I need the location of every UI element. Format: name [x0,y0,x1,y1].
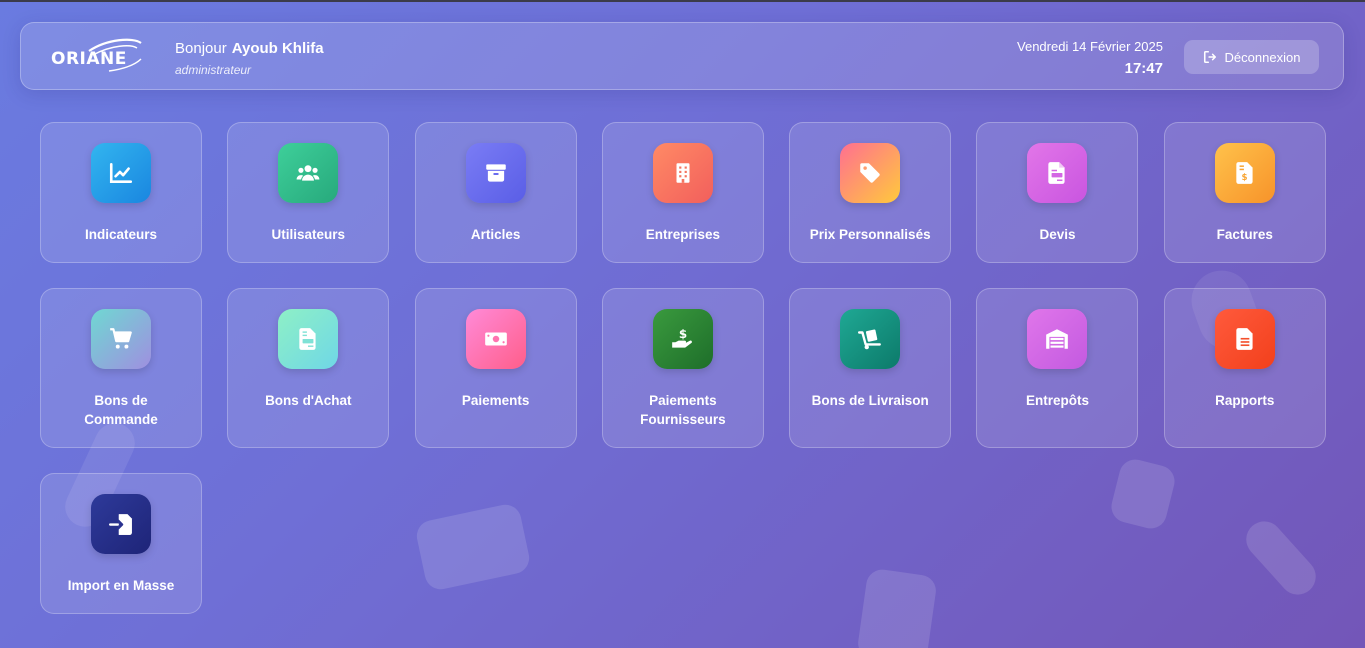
warehouse-icon [1046,329,1069,349]
logout-label: Déconnexion [1224,49,1301,65]
module-card-utilisateurs[interactable]: Utilisateurs [227,122,390,263]
module-card-bons-d-achat[interactable]: Bons d'Achat [227,288,390,448]
module-card-entrepots[interactable]: Entrepôts [976,288,1139,448]
module-label: Paiements [461,393,530,408]
module-label: Articles [470,227,521,242]
module-card-devis[interactable]: Devis [976,122,1139,263]
oriane-logo: ORIANE [49,37,145,77]
module-label: Entrepôts [1025,393,1089,408]
module-icon-box [1027,309,1088,369]
box-icon [485,164,506,182]
module-card-entreprises[interactable]: Entreprises [601,122,764,263]
report-icon [1236,328,1253,350]
document-icon [1048,162,1066,184]
module-card-articles[interactable]: Articles [414,122,577,263]
module-icon-box [1027,143,1088,203]
module-icon-box [91,143,151,203]
module-label: Utilisateurs [271,227,346,242]
chart-line-icon [109,163,133,183]
module-label: Devis [1039,227,1076,242]
module-card-bons-de-livraison[interactable]: Bons de Livraison [789,288,952,448]
module-card-paiements[interactable]: Paiements [414,288,577,448]
building-icon [676,163,690,183]
module-card-rapports[interactable]: Rapports [1163,288,1326,448]
greeting-label: Bonjour [175,40,227,57]
module-icon-box [840,309,901,369]
greeting: Bonjour Ayoub Khlifa [175,40,324,57]
import-icon [108,514,132,535]
module-icon-box [840,143,901,203]
cart-icon [110,328,132,349]
module-icon-box [278,143,339,203]
hand-dollar-icon: $ [672,327,692,348]
module-label: Bons de Commande [84,393,158,427]
user-name: Ayoub Khlifa [231,40,324,57]
user-role: administrateur [175,63,252,77]
money-icon [484,332,507,346]
module-icon-box [91,494,151,554]
module-card-factures[interactable]: $ Factures [1163,122,1326,263]
module-icon-box: $ [1214,143,1275,203]
module-label: Factures [1216,227,1273,242]
module-card-import-en-masse[interactable]: Import en Masse [40,473,202,614]
module-label: Import en Masse [67,578,175,593]
module-icon-box [1214,309,1275,369]
svg-text:$: $ [1241,173,1247,183]
dolly-icon [858,329,882,350]
users-icon [296,165,320,181]
module-card-indicateurs[interactable]: Indicateurs [40,122,202,263]
receipt-icon [299,328,316,350]
module-card-paiements-fournisseurs[interactable]: $ Paiements Fournisseurs [601,288,764,448]
module-card-bons-de-commande[interactable]: Bons de Commande [40,288,202,448]
svg-text:$: $ [679,327,687,341]
module-label: Indicateurs [84,227,158,242]
current-date: Vendredi 14 Février 2025 [1017,39,1163,54]
current-time: 17:47 [1124,60,1163,77]
module-icon-box [91,309,151,369]
module-label: Paiements Fournisseurs [640,393,726,427]
invoice-icon: $ [1236,162,1253,184]
module-icon-box [465,143,526,203]
sign-out-icon [1203,50,1216,64]
module-icon-box [278,309,339,369]
module-label: Prix Personnalisés [809,227,931,242]
module-label: Bons d'Achat [265,393,352,408]
module-label: Rapports [1215,393,1275,408]
module-label: Entreprises [645,227,721,242]
module-icon-box: $ [652,309,713,369]
top-border [0,0,1365,2]
logo-text: ORIANE [51,49,127,69]
module-label: Bons de Livraison [811,393,929,408]
module-icon-box [465,309,526,369]
app-header: ORIANE Bonjour Ayoub Khlifa administrateu… [20,22,1344,90]
module-icon-box [652,143,713,203]
module-card-prix-personnalises[interactable]: Prix Personnalisés [789,122,952,263]
tag-icon [860,163,880,183]
module-grid: Indicateurs Utilisateurs Articles Entrep… [40,122,1326,614]
logout-button[interactable]: Déconnexion [1184,40,1319,74]
